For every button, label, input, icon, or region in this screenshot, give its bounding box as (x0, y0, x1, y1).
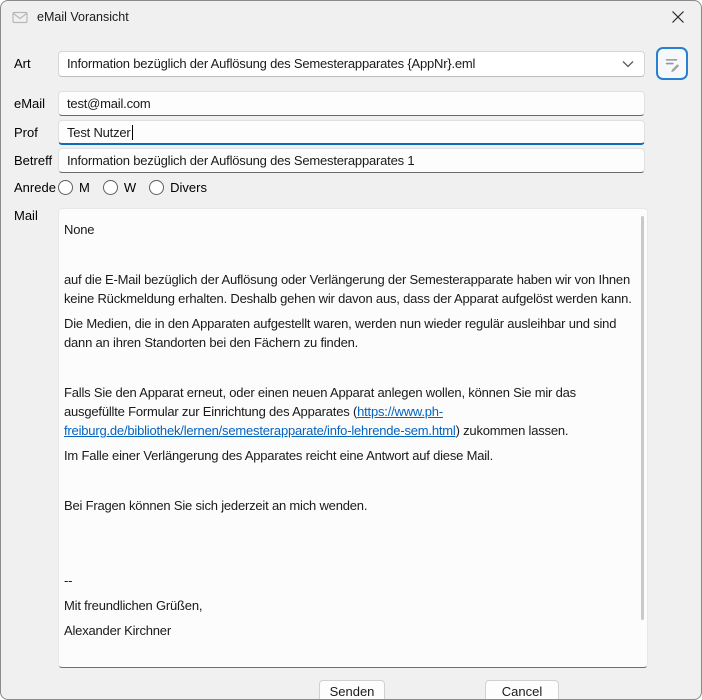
cancel-button[interactable]: Cancel (485, 680, 559, 700)
betreff-input[interactable]: Information bezüglich der Auflösung des … (58, 148, 645, 173)
betreff-value: Information bezüglich der Auflösung des … (67, 153, 414, 168)
mail-paragraph: Falls Sie den Apparat erneut, oder einen… (64, 383, 633, 440)
prof-label: Prof (14, 125, 58, 140)
titlebar: eMail Voransicht (1, 1, 701, 33)
mail-paragraph: Mit freundlichen Grüßen, (64, 596, 633, 615)
betreff-label: Betreff (14, 153, 58, 168)
mail-paragraph: Bei Fragen können Sie sich jederzeit an … (64, 496, 633, 515)
art-template-select[interactable]: Information bezüglich der Auflösung des … (58, 51, 645, 77)
mail-paragraph-text: ) zukommen lassen. (456, 423, 569, 438)
dialog-content: Art Information bezüglich der Auflösung … (1, 47, 701, 700)
vertical-scrollbar[interactable] (641, 216, 644, 620)
radio-label-divers: Divers (170, 180, 207, 195)
mail-paragraph: Alexander Kirchner (64, 621, 633, 640)
mail-paragraph: auf die E-Mail bezüglich der Auflösung o… (64, 270, 633, 308)
art-selected-value: Information bezüglich der Auflösung des … (67, 56, 622, 71)
mail-body: None auf die E-Mail bezüglich der Auflösu… (64, 220, 633, 640)
mail-paragraph: Die Medien, die in den Apparaten aufgest… (64, 314, 633, 352)
mail-blank-line (64, 245, 633, 264)
send-button[interactable]: Senden (319, 680, 385, 700)
email-preview-dialog: eMail Voransicht Art Information bezügli… (0, 0, 702, 700)
envelope-icon (12, 11, 28, 24)
radio-label-m: M (79, 180, 90, 195)
email-input[interactable]: test@mail.com (58, 91, 645, 116)
betreff-row: Betreff Information bezüglich der Auflös… (14, 148, 688, 173)
radio-icon (58, 180, 73, 195)
mail-paragraph: -- (64, 571, 633, 590)
mail-body-textarea[interactable]: None auf die E-Mail bezüglich der Auflösu… (58, 208, 648, 668)
prof-row: Prof Test Nutzer (14, 120, 688, 145)
radio-option-m[interactable]: M (58, 180, 90, 195)
edit-template-icon (662, 54, 682, 74)
mail-blank-line (64, 521, 633, 540)
prof-input[interactable]: Test Nutzer (58, 120, 645, 145)
chevron-down-icon (622, 60, 636, 68)
close-icon (671, 10, 685, 24)
radio-option-w[interactable]: W (103, 180, 136, 195)
radio-option-divers[interactable]: Divers (149, 180, 207, 195)
edit-template-button[interactable] (656, 47, 688, 80)
art-row: Art Information bezüglich der Auflösung … (14, 47, 688, 80)
email-row: eMail test@mail.com (14, 91, 688, 116)
mail-paragraph-text: Falls Sie den Apparat erneut, oder einen… (64, 385, 576, 419)
mail-label: Mail (14, 208, 58, 223)
mail-row: Mail None auf die E-Mail bezüglich der Au… (14, 208, 688, 668)
mail-blank-line (64, 358, 633, 377)
prof-value: Test Nutzer (67, 125, 131, 140)
email-value: test@mail.com (67, 96, 151, 111)
anrede-radio-group: M W Divers (58, 180, 220, 195)
radio-icon (149, 180, 164, 195)
mail-blank-line (64, 471, 633, 490)
art-label: Art (14, 56, 58, 71)
mail-blank-line (64, 546, 633, 565)
mail-paragraph: Im Falle einer Verlängerung des Apparate… (64, 446, 633, 465)
anrede-row: Anrede M W Divers (14, 176, 688, 198)
window-title: eMail Voransicht (37, 10, 129, 24)
email-label: eMail (14, 96, 58, 111)
footer: Senden Cancel (14, 668, 688, 700)
radio-icon (103, 180, 118, 195)
close-button[interactable] (655, 1, 701, 33)
radio-label-w: W (124, 180, 136, 195)
mail-paragraph: None (64, 220, 633, 239)
anrede-label: Anrede (14, 180, 58, 195)
text-caret (132, 125, 133, 140)
